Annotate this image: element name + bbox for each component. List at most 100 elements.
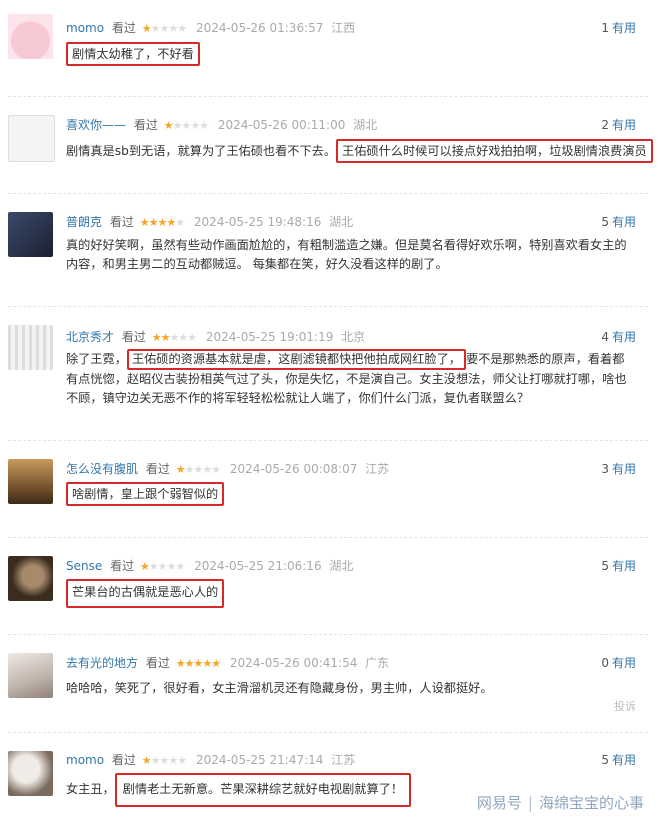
highlighted-text: 剧情老土无新意。芒果深耕综艺就好电视剧就算了！ xyxy=(114,773,412,807)
useful-vote[interactable]: 2 有用 xyxy=(601,117,636,133)
star-icon: ★ xyxy=(141,22,152,35)
username-link[interactable]: 去有光的地方 xyxy=(66,656,138,670)
avatar[interactable] xyxy=(8,751,53,796)
review-content: 除了王霓， 王佑硕的资源基本就是虐，这剧滤镜都快把他拍成网红脸了， 要不是那熟悉的原… xyxy=(66,349,636,408)
useful-button[interactable]: 有用 xyxy=(612,462,636,476)
star-icon: ★ xyxy=(178,331,188,344)
star-icon: ★ xyxy=(202,657,212,670)
watermark-author: 海绵宝宝的心事 xyxy=(538,794,644,812)
avatar[interactable] xyxy=(8,653,53,698)
useful-vote[interactable]: 0 有用 xyxy=(601,655,636,671)
review-header: 普朗克 看过 ★★★★★ 2024-05-25 19:48:16 湖北 xyxy=(66,214,353,231)
review-header: momo 看过 ★★★★★ 2024-05-25 21:47:14 江苏 xyxy=(66,752,355,769)
highlighted-text: 王佑硕的资源基本就是虐，这剧滤镜都快把他拍成网红脸了， xyxy=(126,349,466,370)
watch-status: 看过 xyxy=(133,118,158,132)
watch-status: 看过 xyxy=(109,215,134,229)
report-link[interactable]: 投诉 xyxy=(614,698,636,714)
content-text: 剧情真是sb到无语，就算为了王佑硕也看不下去。 xyxy=(66,144,337,158)
star-icon: ★ xyxy=(169,331,179,344)
useful-vote[interactable]: 5 有用 xyxy=(601,558,636,574)
rating-stars: ★★★★★ xyxy=(142,754,187,767)
watch-status: 看过 xyxy=(111,753,136,767)
watermark: 网易号 | 海绵宝宝的心事 xyxy=(477,792,644,813)
useful-button[interactable]: 有用 xyxy=(612,215,636,229)
username-link[interactable]: 喜欢你—— xyxy=(66,118,126,132)
star-icon: ★ xyxy=(187,331,197,344)
content-text: 真的好好笑啊，虽然有些动作画面尬尬的，有粗制滥造之嫌。但是莫名看得好欢乐啊，特别… xyxy=(66,238,627,271)
comment-time: 2024-05-26 00:41:54 xyxy=(229,656,358,670)
useful-button[interactable]: 有用 xyxy=(612,118,636,132)
review-header: 北京秀才 看过 ★★★★★ 2024-05-25 19:01:19 北京 xyxy=(66,329,365,346)
avatar[interactable] xyxy=(8,325,53,370)
content-text: 女主丑， xyxy=(66,782,115,796)
star-icon: ★ xyxy=(168,754,178,767)
useful-count: 1 xyxy=(601,21,609,35)
star-icon: ★ xyxy=(175,463,186,476)
review-content: 啥剧情，皇上跟个弱智似的 xyxy=(66,482,636,506)
comment-location: 北京 xyxy=(341,330,366,344)
review-header: 怎么没有腹肌 看过 ★★★★★ 2024-05-26 00:08:07 江苏 xyxy=(66,461,389,478)
useful-vote[interactable]: 4 有用 xyxy=(601,329,636,345)
review-content: 芒果台的古偶就是恶心人的 xyxy=(66,579,636,608)
review-header: 喜欢你—— 看过 ★★★★★ 2024-05-26 00:11:00 湖北 xyxy=(66,117,377,134)
star-icon: ★ xyxy=(168,22,178,35)
star-icon: ★ xyxy=(148,560,159,573)
comment-location: 江苏 xyxy=(365,462,390,476)
avatar[interactable] xyxy=(8,115,55,162)
rating-stars: ★★★★★ xyxy=(175,463,221,476)
highlighted-text: 剧情太幼稚了，不好看 xyxy=(66,42,200,66)
rating-stars: ★★★★★ xyxy=(140,216,185,229)
comment-location: 湖北 xyxy=(329,559,354,573)
avatar[interactable] xyxy=(8,14,53,59)
review-header: Sense 看过 ★★★★★ 2024-05-25 21:06:16 湖北 xyxy=(66,558,353,575)
review-content: 真的好好笑啊，虽然有些动作画面尬尬的，有粗制滥造之嫌。但是莫名看得好欢乐啊，特别… xyxy=(66,236,636,274)
watch-status: 看过 xyxy=(121,330,146,344)
divider xyxy=(8,306,648,307)
review-content: 剧情真是sb到无语，就算为了王佑硕也看不下去。 王佑硕什么时候可以接点好戏拍拍啊，… xyxy=(66,139,656,163)
comment-time: 2024-05-25 21:47:14 xyxy=(195,753,324,767)
rating-stars: ★★★★★ xyxy=(152,331,197,344)
comment-time: 2024-05-25 21:06:16 xyxy=(194,559,322,573)
divider xyxy=(8,96,648,97)
useful-vote[interactable]: 5 有用 xyxy=(601,214,636,230)
watch-status: 看过 xyxy=(111,21,136,35)
username-link[interactable]: 普朗克 xyxy=(66,215,102,229)
star-icon: ★ xyxy=(175,657,186,670)
rating-stars: ★★★★★ xyxy=(141,22,187,35)
useful-button[interactable]: 有用 xyxy=(612,330,636,344)
useful-button[interactable]: 有用 xyxy=(612,21,636,35)
useful-vote[interactable]: 1 有用 xyxy=(601,20,636,36)
comment-location: 湖北 xyxy=(353,118,378,132)
watch-status: 看过 xyxy=(110,559,135,573)
star-icon: ★ xyxy=(199,119,209,132)
useful-count: 0 xyxy=(601,656,609,670)
comment-time: 2024-05-26 01:36:57 xyxy=(195,21,324,35)
comment-time: 2024-05-25 19:01:19 xyxy=(205,330,334,344)
comment-location: 湖北 xyxy=(329,215,354,229)
star-icon: ★ xyxy=(175,216,185,229)
comment-time: 2024-05-26 00:11:00 xyxy=(217,118,346,132)
avatar[interactable] xyxy=(8,212,53,257)
avatar[interactable] xyxy=(8,556,53,601)
review-header: 去有光的地方 看过 ★★★★★ 2024-05-26 00:41:54 广东 xyxy=(66,655,389,672)
useful-count: 4 xyxy=(601,330,609,344)
username-link[interactable]: Sense xyxy=(66,559,102,573)
username-link[interactable]: 怎么没有腹肌 xyxy=(66,462,138,476)
divider xyxy=(8,537,648,538)
useful-button[interactable]: 有用 xyxy=(612,753,636,767)
username-link[interactable]: momo xyxy=(66,21,104,35)
star-icon: ★ xyxy=(177,754,187,767)
useful-vote[interactable]: 5 有用 xyxy=(601,752,636,768)
username-link[interactable]: momo xyxy=(66,753,104,767)
watch-status: 看过 xyxy=(145,462,170,476)
star-icon: ★ xyxy=(190,119,200,132)
useful-button[interactable]: 有用 xyxy=(612,559,636,573)
comment-time: 2024-05-26 00:08:07 xyxy=(229,462,358,476)
comment-time: 2024-05-25 19:48:16 xyxy=(193,215,322,229)
useful-button[interactable]: 有用 xyxy=(612,656,636,670)
star-icon: ★ xyxy=(166,216,176,229)
useful-count: 3 xyxy=(601,462,609,476)
useful-vote[interactable]: 3 有用 xyxy=(601,461,636,477)
avatar[interactable] xyxy=(8,459,53,504)
username-link[interactable]: 北京秀才 xyxy=(66,330,114,344)
